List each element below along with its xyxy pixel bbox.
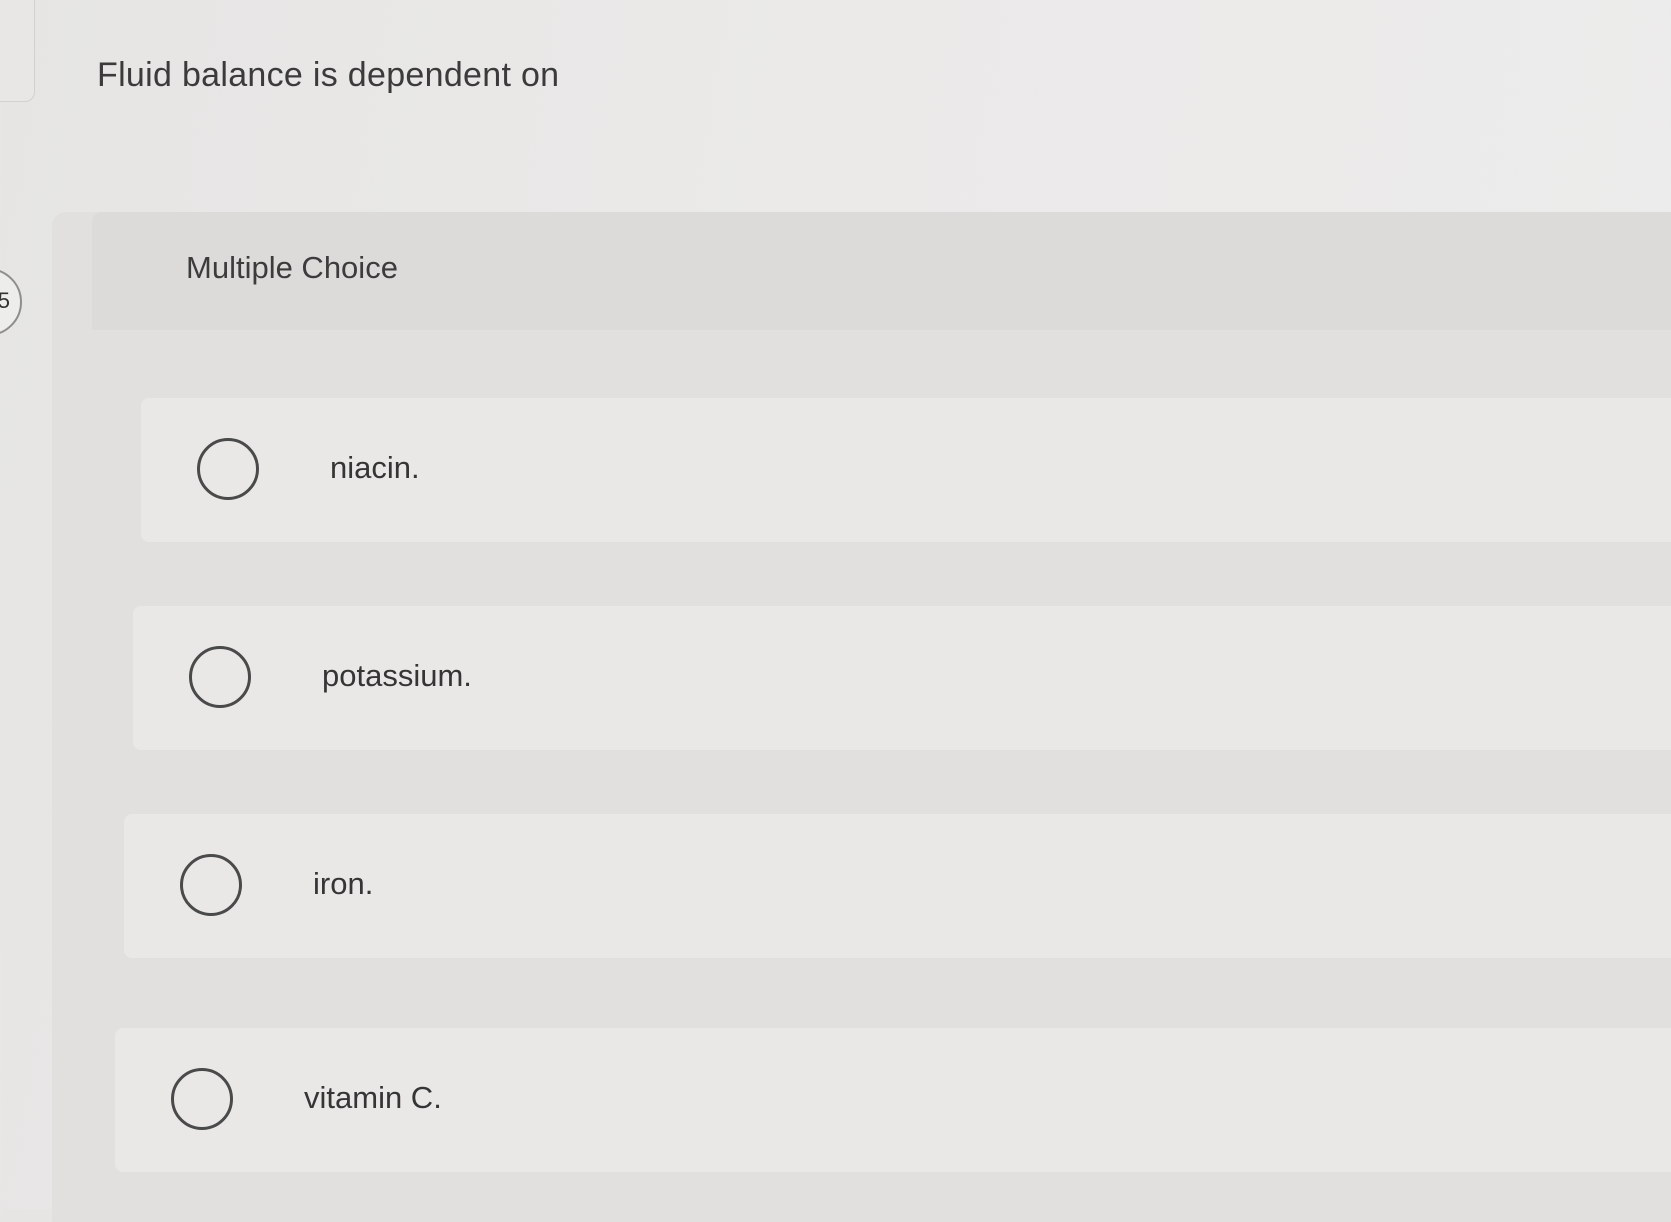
question-type-label: Multiple Choice <box>186 250 398 285</box>
radio-button-icon[interactable] <box>180 854 242 916</box>
question-number-badge[interactable]: 5 <box>0 268 22 336</box>
choice-label: iron. <box>313 866 374 901</box>
choice-option-3[interactable]: iron. <box>124 814 1671 958</box>
question-prompt: Fluid balance is dependent on <box>97 56 560 94</box>
radio-button-icon[interactable] <box>189 646 251 708</box>
choice-option-1[interactable]: niacin. <box>141 398 1671 542</box>
sidebar-tab-edge <box>0 0 35 102</box>
choice-label: niacin. <box>330 450 420 485</box>
radio-button-icon[interactable] <box>197 438 259 500</box>
radio-button-icon[interactable] <box>171 1068 233 1130</box>
choice-option-2[interactable]: potassium. <box>133 606 1671 750</box>
question-number: 5 <box>0 288 10 313</box>
choice-option-4[interactable]: vitamin C. <box>115 1028 1671 1172</box>
choice-label: potassium. <box>322 658 472 693</box>
choice-label: vitamin C. <box>304 1080 442 1115</box>
